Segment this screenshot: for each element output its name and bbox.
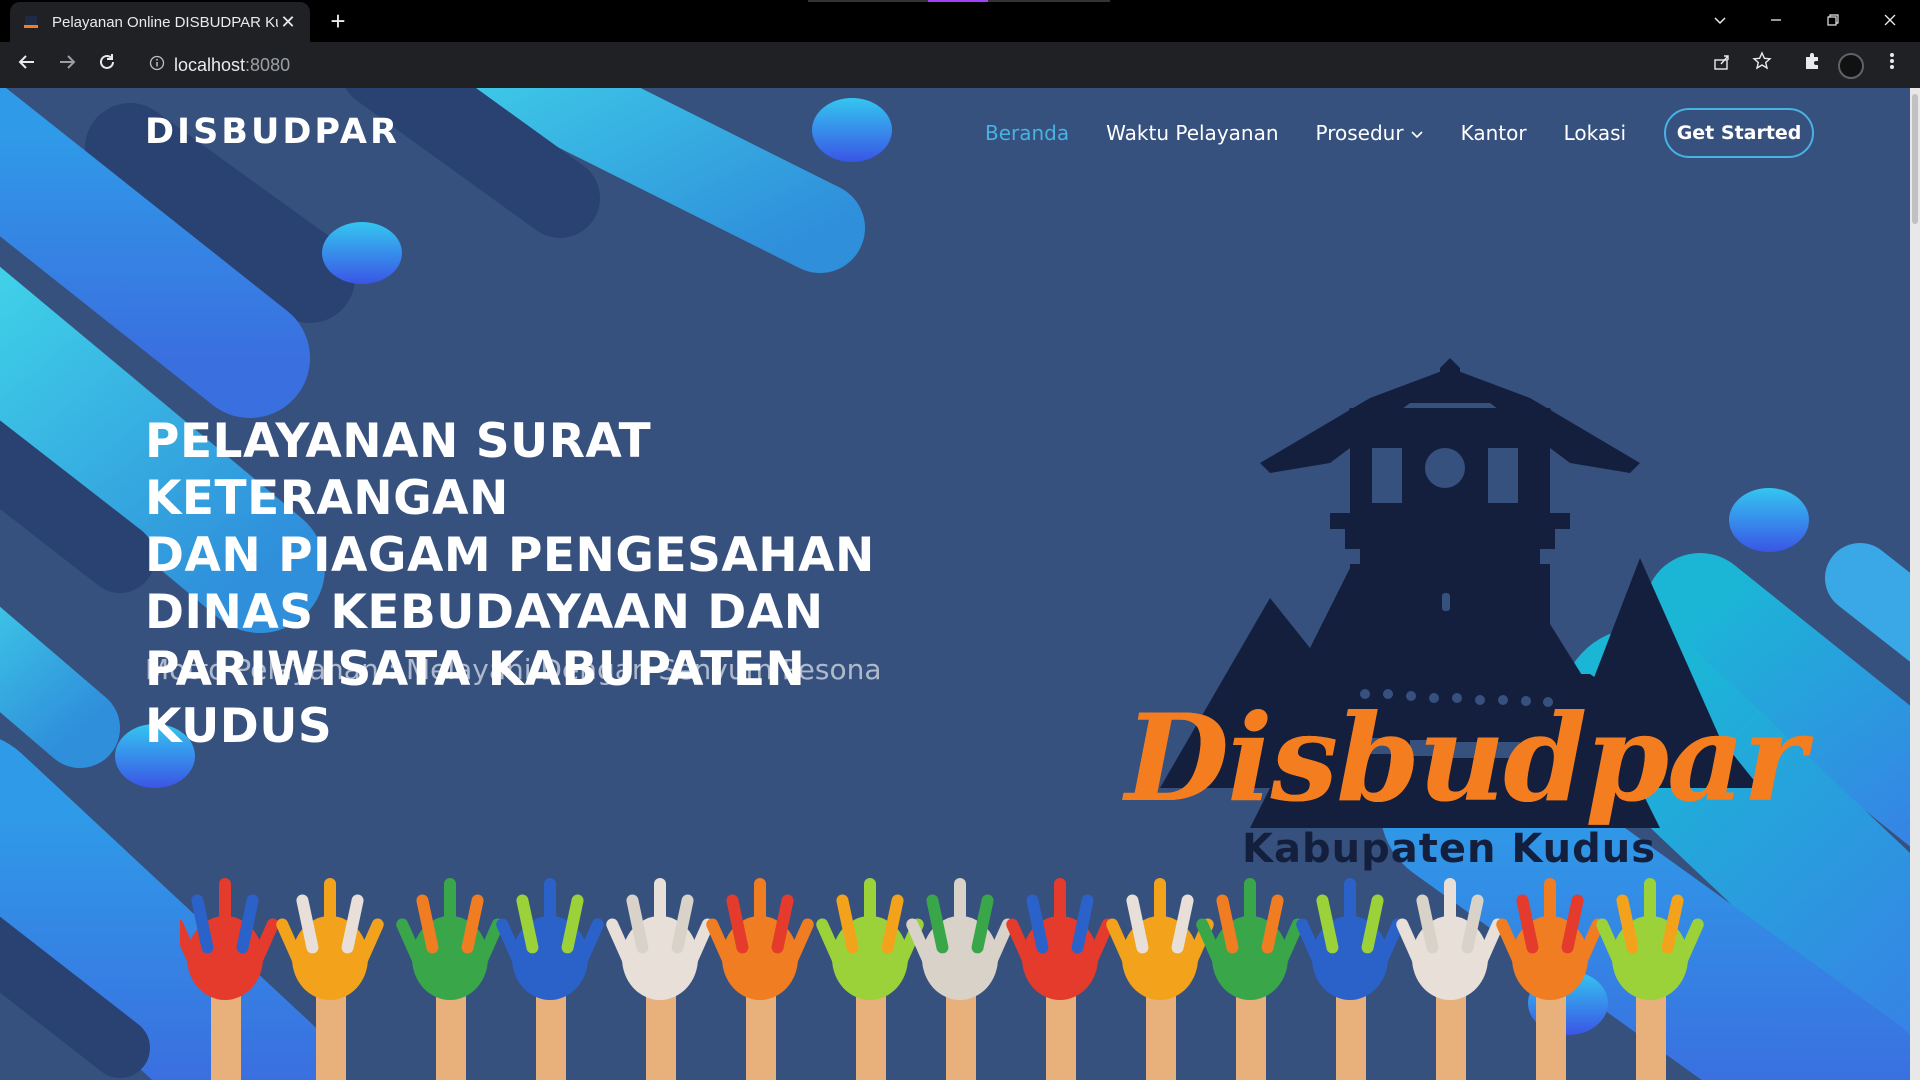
scrollbar-thumb[interactable] <box>1912 94 1918 224</box>
menu-dots-icon[interactable] <box>1877 50 1907 80</box>
close-icon[interactable] <box>1870 6 1910 36</box>
url-host: localhost <box>174 54 246 75</box>
logo-script-text: Disbudpar <box>1125 688 1806 829</box>
new-tab-button[interactable]: + <box>324 8 352 36</box>
hero-title-line: DINAS KEBUDAYAAN DAN <box>145 585 824 640</box>
address-bar[interactable]: localhost:8080 <box>140 48 1770 82</box>
share-icon[interactable] <box>1707 50 1737 80</box>
url-port: :8080 <box>245 54 291 75</box>
hero-title-line: PELAYANAN SURAT KETERANGAN <box>145 414 652 526</box>
reload-icon[interactable] <box>92 50 122 80</box>
minimize-icon[interactable] <box>1756 6 1796 36</box>
star-icon[interactable] <box>1747 50 1777 80</box>
tab-strip-accent <box>808 0 1110 2</box>
nav-link-beranda[interactable]: Beranda <box>985 121 1069 145</box>
chevron-down-icon <box>1410 128 1424 144</box>
restore-icon[interactable] <box>1813 6 1853 36</box>
forward-arrow-icon[interactable] <box>52 50 82 80</box>
browser-toolbar: localhost:8080 <box>0 42 1920 88</box>
nav-link-lokasi[interactable]: Lokasi <box>1564 121 1627 145</box>
page-scrollbar[interactable] <box>1910 88 1920 1080</box>
web-page: DISBUDPAR Beranda Waktu Pelayanan Prosed… <box>0 88 1910 1080</box>
hero-motto: Motto Pelayanan : Melayani Dengan Senyum… <box>145 653 882 686</box>
get-started-button[interactable]: Get Started <box>1664 108 1815 158</box>
hero-title-line: DAN PIAGAM PENGESAHAN <box>145 528 875 583</box>
main-navigation: Beranda Waktu Pelayanan Prosedur Kantor … <box>985 108 1815 158</box>
nav-link-prosedur[interactable]: Prosedur <box>1316 121 1424 145</box>
nav-link-kantor[interactable]: Kantor <box>1461 121 1527 145</box>
nav-link-waktu-pelayanan[interactable]: Waktu Pelayanan <box>1106 121 1278 145</box>
tab-favicon-icon <box>24 16 38 28</box>
back-arrow-icon[interactable] <box>12 50 42 80</box>
tab-search-chevron-icon[interactable] <box>1700 6 1740 36</box>
hero-title: PELAYANAN SURAT KETERANGAN DAN PIAGAM PE… <box>145 413 945 755</box>
nav-link-prosedur-label: Prosedur <box>1315 121 1404 145</box>
tab-close-icon[interactable]: ✕ <box>278 12 298 33</box>
site-logo-text[interactable]: DISBUDPAR <box>145 112 400 152</box>
extensions-icon[interactable] <box>1797 50 1827 80</box>
tab-title: Pelayanan Online DISBUDPAR Ku <box>52 13 278 31</box>
browser-tab[interactable]: Pelayanan Online DISBUDPAR Ku ✕ <box>10 2 310 42</box>
painted-hands-image <box>180 878 1704 1080</box>
info-icon[interactable] <box>140 55 174 75</box>
profile-avatar[interactable] <box>1838 53 1864 79</box>
url-text: localhost:8080 <box>174 55 290 76</box>
browser-tab-bar: Pelayanan Online DISBUDPAR Ku ✕ + <box>0 0 1920 42</box>
